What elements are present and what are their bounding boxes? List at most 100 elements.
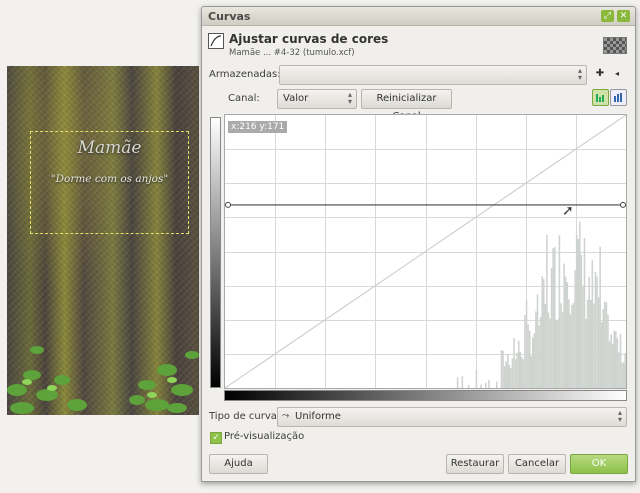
canvas-image[interactable]: [7, 66, 199, 415]
curves-tool-icon: [208, 33, 224, 49]
histogram-bar: [485, 382, 487, 388]
presets-combo[interactable]: ▴ ▾: [279, 65, 587, 85]
curve-graph-svg: [224, 114, 627, 389]
leaves-decoration: [7, 346, 199, 414]
histogram-bar: [571, 304, 573, 388]
histogram-bar: [566, 282, 569, 388]
dialog-title: Curvas: [208, 10, 251, 23]
curve-control-point[interactable]: [620, 201, 626, 208]
histogram-bar: [521, 357, 523, 388]
histogram-bar: [555, 319, 558, 388]
channel-combo[interactable]: Valor ▴ ▾: [277, 89, 357, 109]
input-gradient-bar: [224, 390, 627, 401]
menu-arrow-icon[interactable]: ◂: [610, 67, 624, 81]
dialog-header: Ajustar curvas de cores Mamãe ... #4-32 …: [202, 26, 635, 62]
histogram-bar: [588, 276, 590, 388]
histogram-bar: [539, 317, 542, 388]
reset-channel-button[interactable]: Reinicializar Canal: [361, 89, 452, 122]
histogram-bar: [516, 352, 518, 388]
histogram-bar: [461, 376, 464, 388]
histogram-bar: [475, 370, 478, 388]
histogram-bar: [524, 315, 526, 388]
histogram-bar: [619, 333, 622, 388]
linear-histogram-icon[interactable]: [592, 89, 609, 106]
cancel-button[interactable]: Cancelar: [508, 454, 566, 474]
histogram-bar: [604, 301, 606, 388]
histogram-bar: [480, 384, 482, 388]
plus-icon[interactable]: ✚: [593, 67, 607, 81]
histogram-bar: [525, 300, 528, 388]
histogram-bar: [558, 235, 561, 388]
histogram-bar: [563, 263, 565, 388]
curve-type-label: Tipo de curva:: [209, 411, 281, 422]
histogram-bar: [467, 385, 470, 388]
histogram-bar: [530, 355, 533, 388]
histogram-bar: [532, 337, 534, 388]
curve-graph[interactable]: x:216 y:171: [224, 114, 627, 389]
chevron-updown-icon: ▴ ▾: [347, 90, 352, 106]
histogram-bar: [550, 268, 553, 388]
histogram-bar: [616, 338, 619, 388]
curve-control-point[interactable]: [225, 201, 231, 208]
histogram-bar: [613, 330, 616, 388]
histogram-bar: [503, 366, 506, 388]
histogram-bar: [608, 341, 611, 388]
histogram-bar: [528, 330, 531, 388]
histogram-bar: [577, 238, 580, 388]
preview-label: Pré-visualização: [224, 431, 305, 442]
maximize-icon[interactable]: ⤢: [601, 10, 614, 22]
histogram-bar: [500, 350, 503, 388]
histogram-bar: [508, 364, 511, 388]
histogram-bar: [624, 353, 626, 388]
mouse-pointer-icon: ➚: [562, 203, 574, 219]
histogram-bar: [517, 340, 520, 388]
histogram-bar: [538, 325, 540, 388]
histogram-bar: [549, 318, 551, 388]
histogram-bar: [536, 294, 539, 388]
histogram-bar: [527, 324, 529, 388]
histogram-bar: [585, 318, 587, 388]
histogram-bar: [552, 248, 554, 388]
histogram-bar: [597, 297, 600, 388]
histogram-bar: [579, 221, 581, 388]
histogram-bar: [535, 311, 537, 388]
histogram-bar: [511, 358, 514, 388]
log-histogram-icon[interactable]: [610, 89, 627, 106]
image-thumbnail: [603, 37, 627, 54]
smooth-curve-icon: ⤳: [282, 411, 290, 421]
histogram-bar: [495, 381, 498, 388]
close-icon[interactable]: ✕: [617, 10, 630, 22]
canvas-title-text: Mamãe: [77, 138, 142, 158]
histogram-bar: [513, 338, 515, 388]
histogram-bar: [596, 276, 598, 388]
histogram-bar: [544, 303, 547, 388]
histogram-bar: [569, 314, 572, 388]
reset-button[interactable]: Restaurar: [446, 454, 504, 474]
ok-button[interactable]: OK: [570, 454, 628, 474]
histogram-bar: [505, 361, 507, 388]
curve-type-value: Uniforme: [295, 411, 341, 422]
channel-value: Valor: [283, 93, 309, 104]
histogram-bar: [533, 333, 536, 388]
histogram-bar: [610, 334, 612, 388]
histogram-bar: [605, 302, 608, 388]
presets-label: Armazenadas:: [209, 69, 281, 80]
histogram-bar: [568, 299, 570, 388]
histogram-bar: [561, 311, 564, 388]
histogram-bar: [502, 350, 504, 388]
histogram-bar: [456, 377, 459, 388]
preview-checkbox[interactable]: ✓: [210, 432, 222, 444]
histogram-bar: [593, 303, 595, 388]
histogram-bar: [506, 354, 509, 388]
help-button[interactable]: Ajuda: [209, 454, 268, 474]
curve-type-combo[interactable]: ⤳ Uniforme ▴ ▾: [277, 407, 627, 427]
histogram-bar: [602, 309, 605, 388]
histogram-bar: [583, 238, 586, 388]
coordinate-readout: x:216 y:171: [228, 121, 288, 133]
histogram-bar: [582, 285, 584, 388]
dialog-titlebar[interactable]: Curvas ⤢ ✕: [202, 7, 635, 26]
histogram-bar: [553, 247, 556, 388]
histogram-bar: [542, 279, 545, 388]
histogram-bar: [611, 343, 614, 388]
histogram-bar: [618, 352, 620, 388]
